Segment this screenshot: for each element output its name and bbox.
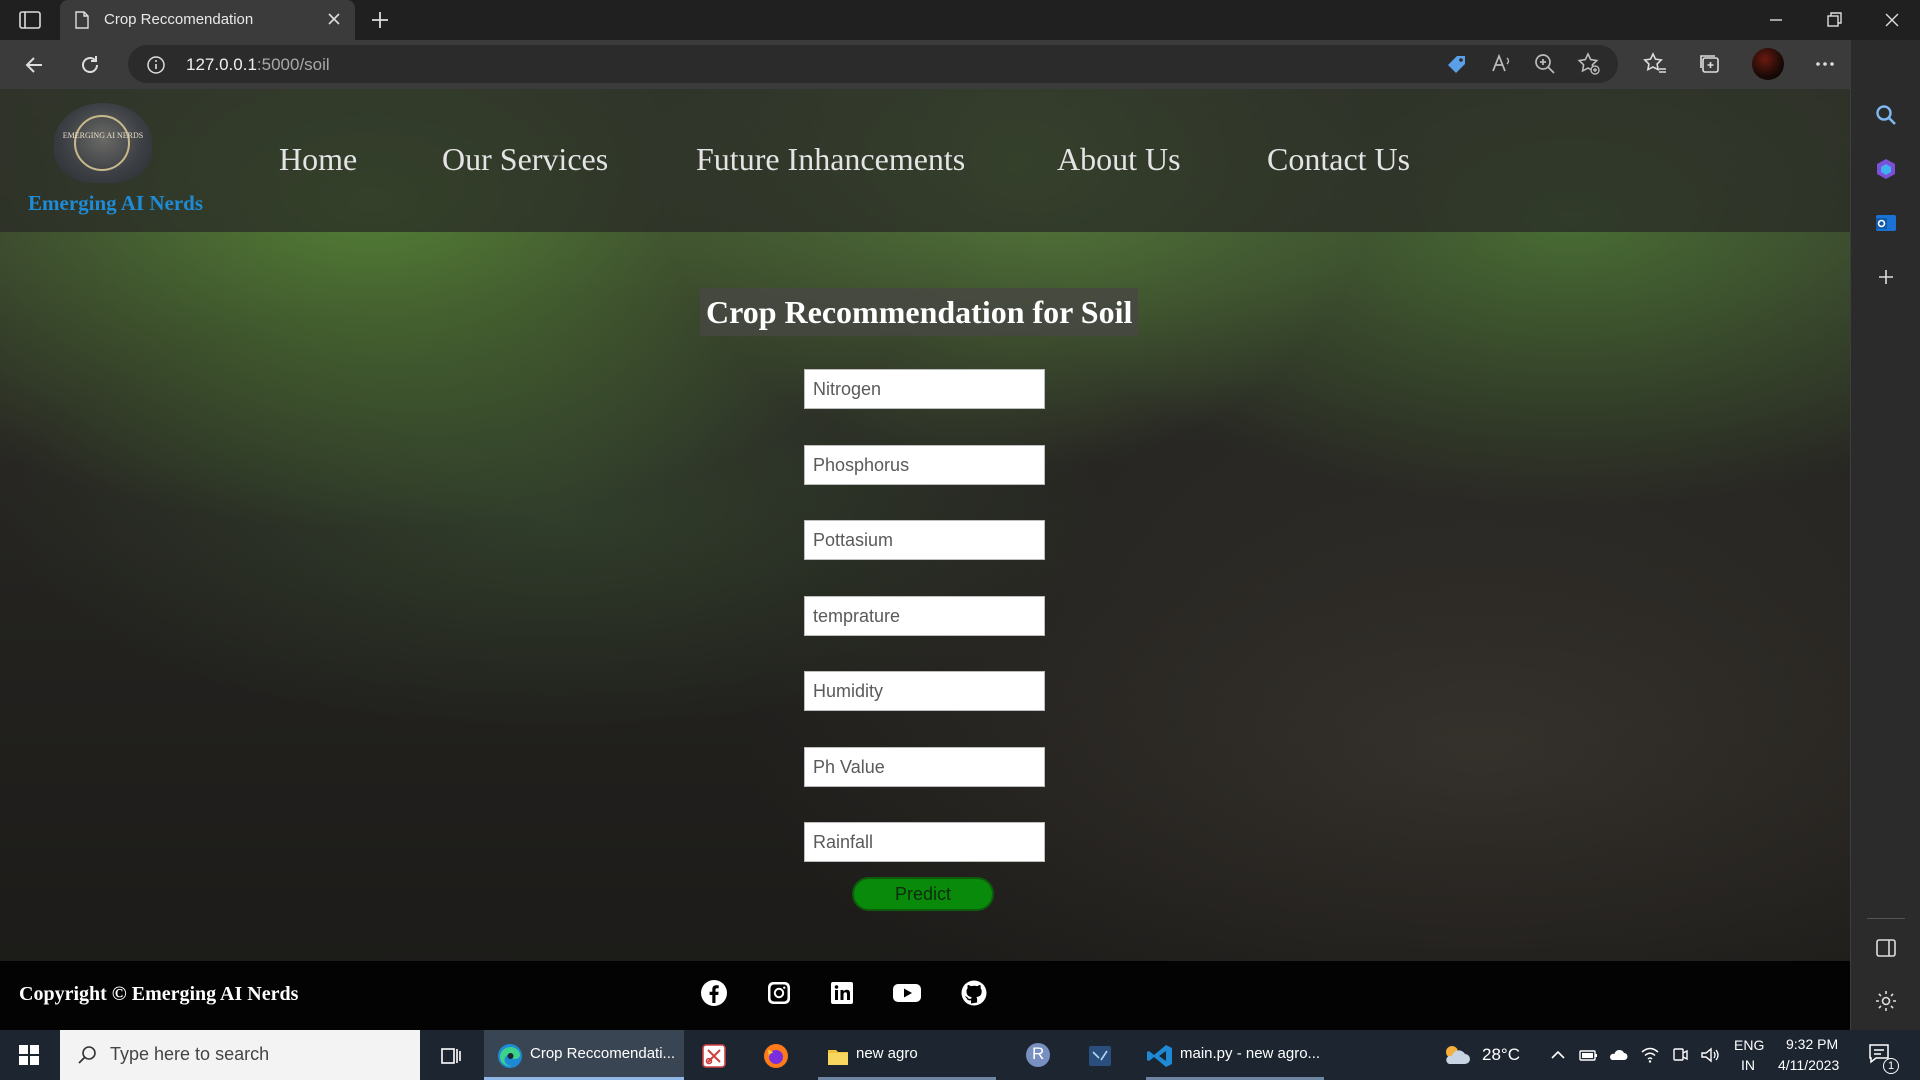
address-toolbar: 127.0.0.1:5000/soil bbox=[0, 40, 1920, 89]
youtube-icon[interactable] bbox=[892, 979, 922, 1007]
taskbar-r-app[interactable]: R bbox=[1020, 1030, 1064, 1080]
add-favorite-icon[interactable] bbox=[1576, 51, 1602, 77]
nav-future-inhancements[interactable]: Future Inhancements bbox=[696, 141, 965, 178]
edge-icon bbox=[498, 1044, 522, 1068]
url-text: 127.0.0.1:5000/soil bbox=[186, 55, 330, 74]
instagram-icon[interactable] bbox=[765, 979, 793, 1007]
form-title: Crop Recommendation for Soil bbox=[700, 288, 1139, 336]
phosphorus-field[interactable] bbox=[804, 445, 1045, 485]
ph-value-field[interactable] bbox=[804, 747, 1045, 787]
edge-sidebar bbox=[1850, 40, 1920, 1030]
restore-icon[interactable] bbox=[1822, 8, 1846, 32]
weather-icon[interactable] bbox=[1440, 1042, 1472, 1068]
r-app-letter: R bbox=[1032, 1044, 1045, 1063]
taskbar-search-box[interactable]: Type here to search bbox=[60, 1030, 420, 1080]
site-info-icon[interactable] bbox=[146, 55, 166, 75]
meet-now-icon[interactable] bbox=[1670, 1046, 1690, 1064]
address-field[interactable]: 127.0.0.1:5000/soil bbox=[128, 45, 1618, 83]
logo-text: EMERGING AI NERDS bbox=[62, 131, 144, 140]
search-placeholder: Type here to search bbox=[110, 1044, 270, 1064]
nav-home[interactable]: Home bbox=[279, 141, 357, 178]
taskbar-vscode[interactable]: main.py - new agro... bbox=[1140, 1030, 1330, 1080]
add-sidebar-app-icon[interactable] bbox=[1873, 264, 1899, 290]
windows-taskbar: Type here to search Crop Reccomendati...… bbox=[0, 1030, 1920, 1080]
tools-icon[interactable] bbox=[1873, 156, 1899, 182]
task-view-icon[interactable] bbox=[436, 1042, 464, 1070]
nitrogen-field[interactable] bbox=[804, 369, 1045, 409]
logo-ring bbox=[74, 115, 130, 171]
battery-icon[interactable] bbox=[1578, 1046, 1598, 1064]
search-icon[interactable] bbox=[1873, 102, 1899, 128]
collections-icon[interactable] bbox=[1697, 51, 1723, 77]
file-explorer-label: new agro bbox=[856, 1045, 918, 1062]
back-icon[interactable] bbox=[22, 52, 48, 78]
nav-our-services[interactable]: Our Services bbox=[442, 141, 608, 178]
onedrive-cloud-icon[interactable] bbox=[1608, 1046, 1628, 1064]
search-icon bbox=[78, 1046, 96, 1064]
volume-icon[interactable] bbox=[1700, 1046, 1720, 1064]
firefox-icon[interactable] bbox=[762, 1042, 790, 1070]
predict-button[interactable]: Predict bbox=[852, 877, 994, 911]
language-code[interactable]: ENG bbox=[1734, 1037, 1764, 1053]
tab-title: Crop Reccomendation bbox=[104, 11, 254, 28]
new-tab-icon[interactable] bbox=[368, 8, 392, 32]
temperature-field[interactable] bbox=[804, 596, 1045, 636]
tab-actions-icon[interactable] bbox=[18, 10, 42, 30]
outlook-icon[interactable] bbox=[1873, 210, 1899, 236]
site-logo[interactable]: EMERGING AI NERDS bbox=[54, 103, 152, 183]
edge-window-label: Crop Reccomendati... bbox=[530, 1045, 676, 1062]
vscode-window-label: main.py - new agro... bbox=[1180, 1045, 1321, 1062]
refresh-icon[interactable] bbox=[77, 52, 103, 78]
facebook-icon[interactable] bbox=[700, 979, 728, 1007]
brand-name[interactable]: Emerging AI Nerds bbox=[28, 191, 203, 216]
snipping-tool-icon[interactable] bbox=[700, 1042, 728, 1070]
notification-count: 1 bbox=[1883, 1058, 1899, 1074]
clock-time[interactable]: 9:32 PM bbox=[1786, 1036, 1838, 1052]
taskbar-edge[interactable]: Crop Reccomendati... bbox=[484, 1030, 684, 1080]
coupon-tag-icon[interactable] bbox=[1444, 51, 1470, 77]
soil-page-background: EMERGING AI NERDS Emerging AI Nerds Home… bbox=[0, 89, 1850, 1030]
potassium-field[interactable] bbox=[804, 520, 1045, 560]
chevron-up-icon[interactable] bbox=[1548, 1046, 1568, 1064]
favorites-icon[interactable] bbox=[1642, 51, 1668, 77]
github-icon[interactable] bbox=[960, 979, 988, 1007]
humidity-field[interactable] bbox=[804, 671, 1045, 711]
linkedin-icon[interactable] bbox=[828, 979, 856, 1007]
minimize-icon[interactable] bbox=[1764, 8, 1788, 32]
windows-start-icon[interactable] bbox=[18, 1044, 40, 1066]
taskbar-file-explorer[interactable]: new agro bbox=[812, 1030, 1002, 1080]
weather-temperature: 28°C bbox=[1482, 1045, 1520, 1064]
copyright-text: Copyright © Emerging AI Nerds bbox=[19, 983, 299, 1005]
nav-about-us[interactable]: About Us bbox=[1057, 141, 1181, 178]
folder-icon bbox=[828, 1050, 848, 1065]
zoom-icon[interactable] bbox=[1532, 51, 1558, 77]
site-footer: Copyright © Emerging AI Nerds bbox=[0, 961, 1850, 1030]
close-tab-icon[interactable] bbox=[325, 10, 343, 28]
vscode-icon bbox=[1147, 1045, 1172, 1067]
site-header: EMERGING AI NERDS Emerging AI Nerds Home… bbox=[0, 89, 1850, 232]
sidebar-divider bbox=[1867, 918, 1905, 919]
read-aloud-icon[interactable] bbox=[1488, 51, 1514, 77]
language-region[interactable]: IN bbox=[1741, 1057, 1755, 1073]
terminal-app-icon[interactable] bbox=[1086, 1042, 1114, 1070]
rainfall-field[interactable] bbox=[804, 822, 1045, 862]
profile-avatar[interactable] bbox=[1752, 48, 1784, 80]
more-options-icon[interactable] bbox=[1812, 51, 1838, 77]
wifi-icon[interactable] bbox=[1640, 1046, 1660, 1064]
close-window-icon[interactable] bbox=[1880, 8, 1904, 32]
hide-sidebar-icon[interactable] bbox=[1873, 935, 1899, 961]
clock-date[interactable]: 4/11/2023 bbox=[1778, 1057, 1839, 1073]
browser-tab-active[interactable]: Crop Reccomendation bbox=[60, 0, 355, 40]
browser-tab-bar: Crop Reccomendation bbox=[0, 0, 1920, 40]
page-icon bbox=[75, 11, 89, 29]
settings-gear-icon[interactable] bbox=[1873, 988, 1899, 1014]
nav-contact-us[interactable]: Contact Us bbox=[1267, 141, 1410, 178]
